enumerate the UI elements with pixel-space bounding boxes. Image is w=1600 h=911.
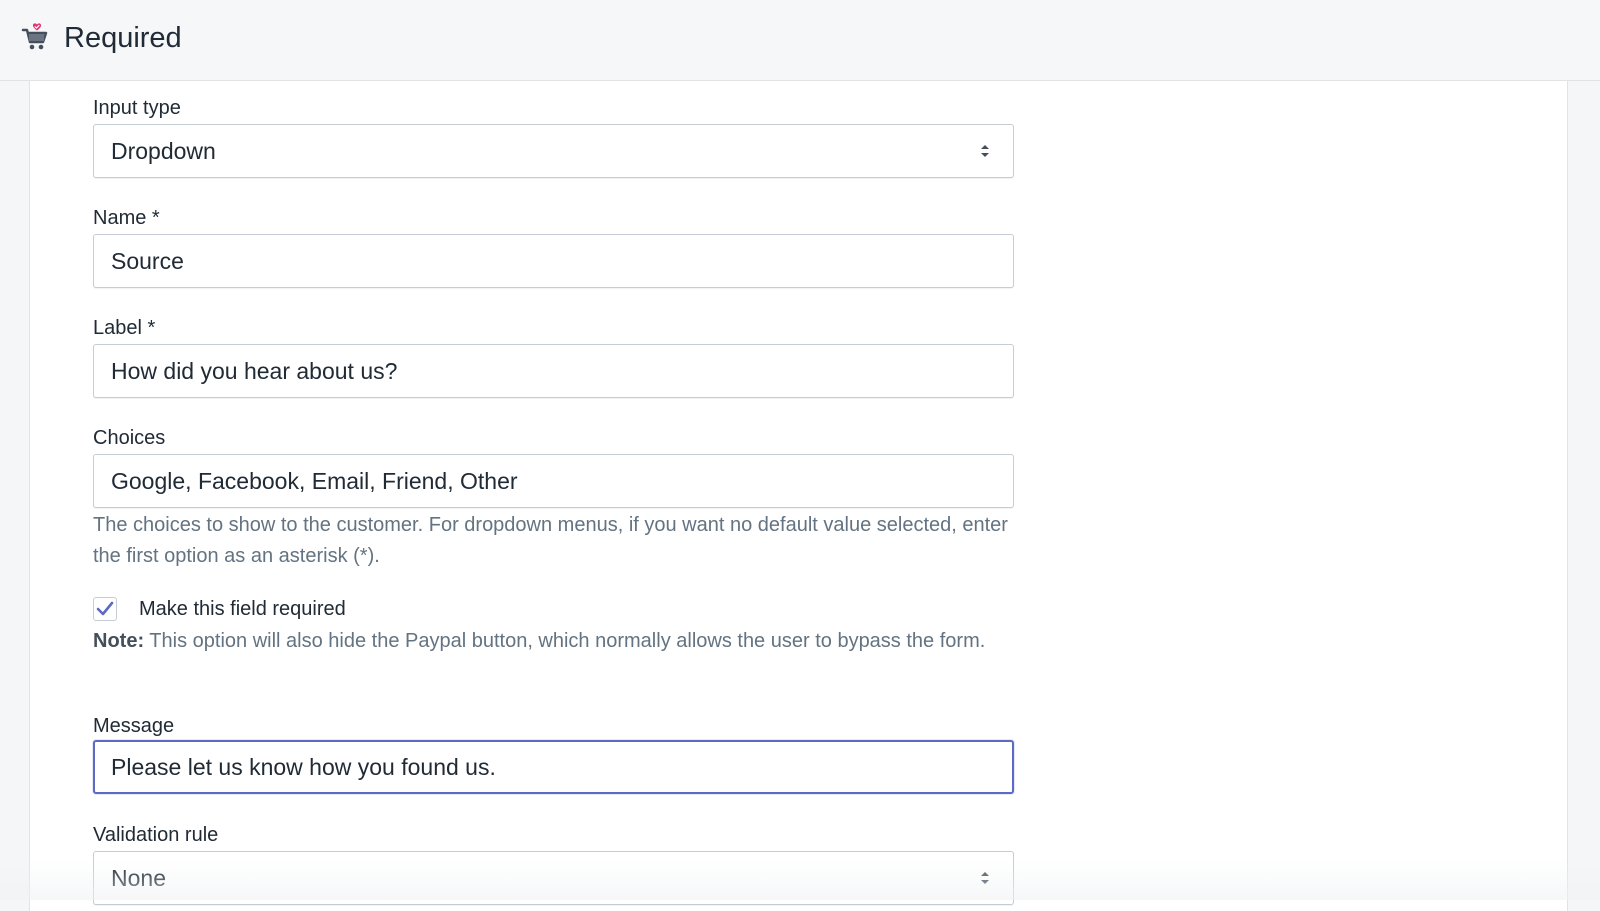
select-arrows-icon (979, 141, 991, 161)
name-value: Source (111, 247, 184, 274)
name-field[interactable]: Source (93, 234, 1014, 288)
choices-value: Google, Facebook, Email, Friend, Other (111, 467, 518, 494)
choices-label: Choices (93, 427, 166, 449)
validation-rule-label: Validation rule (93, 824, 219, 846)
validation-rule-value: None (111, 864, 166, 891)
label-field[interactable]: How did you hear about us? (93, 344, 1014, 398)
shopping-cart-icon (21, 22, 49, 52)
top-bar: Required (0, 0, 1600, 81)
input-type-label: Input type (93, 97, 181, 119)
input-type-select[interactable]: Dropdown (93, 124, 1014, 178)
required-note: Note: This option will also hide the Pay… (93, 626, 1013, 657)
note-text: This option will also hide the Paypal bu… (144, 630, 986, 652)
label-field-label: Label * (93, 317, 156, 339)
message-field[interactable]: Please let us know how you found us. (93, 740, 1014, 794)
select-arrows-icon (979, 868, 991, 888)
message-label: Message (93, 715, 175, 737)
choices-help-text: The choices to show to the customer. For… (93, 514, 1008, 567)
label-value: How did you hear about us? (111, 357, 398, 384)
required-checkbox[interactable] (93, 597, 117, 621)
input-type-value: Dropdown (111, 137, 216, 164)
required-checkbox-label: Make this field required (139, 598, 346, 620)
page-title: Required (64, 22, 182, 54)
validation-rule-select[interactable]: None (93, 851, 1014, 905)
checkmark-icon (96, 601, 114, 616)
note-prefix: Note: (93, 630, 145, 652)
name-label: Name * (93, 207, 160, 229)
message-value: Please let us know how you found us. (111, 753, 496, 780)
choices-field[interactable]: Google, Facebook, Email, Friend, Other (93, 454, 1014, 508)
